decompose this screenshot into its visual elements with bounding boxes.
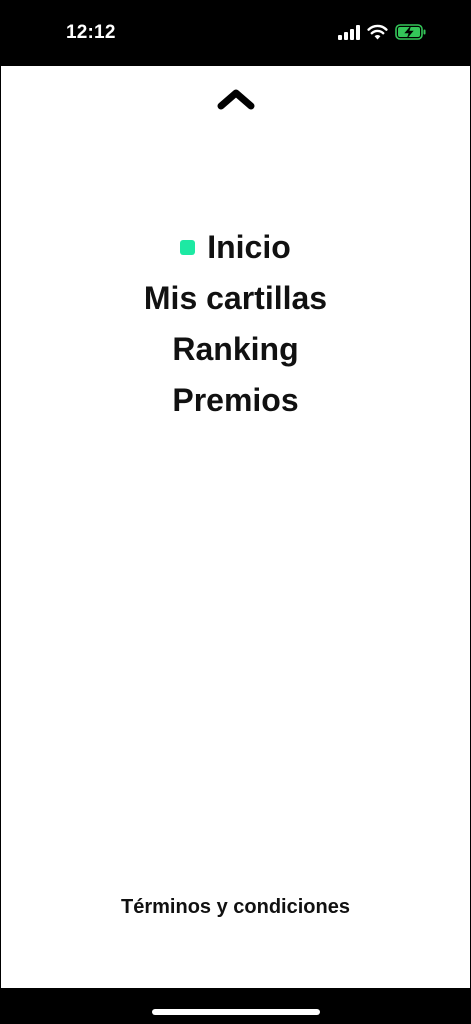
cellular-signal-icon: [338, 24, 360, 45]
collapse-menu-button[interactable]: [214, 84, 258, 114]
battery-charging-icon: [395, 24, 427, 45]
wifi-icon: [367, 24, 388, 45]
status-icons: [338, 24, 427, 45]
menu-item-label: Ranking: [172, 331, 299, 367]
terms-link[interactable]: Términos y condiciones: [1, 896, 470, 919]
menu-item-label: Mis cartillas: [143, 280, 328, 316]
active-indicator: [180, 240, 196, 255]
status-time: 12:12: [66, 22, 116, 43]
home-indicator[interactable]: [152, 1009, 320, 1015]
menu-item-ranking[interactable]: Ranking: [172, 324, 298, 375]
menu-item-premios[interactable]: Premios: [172, 375, 298, 426]
menu-item-label: Premios: [172, 382, 299, 418]
main-menu: Inicio Mis cartillas Ranking Premios: [1, 222, 470, 426]
menu-item-label: Inicio: [207, 229, 291, 265]
menu-item-mis-cartillas[interactable]: Mis cartillas: [144, 273, 327, 324]
menu-panel: Inicio Mis cartillas Ranking Premios Tér…: [1, 66, 470, 988]
menu-item-inicio[interactable]: Inicio: [180, 222, 291, 273]
status-bar: 12:12: [0, 0, 471, 66]
chevron-up-icon: [217, 89, 255, 110]
phone-screen: 12:12 Inicio Mis cartillas Ranking Premi…: [0, 0, 471, 1024]
